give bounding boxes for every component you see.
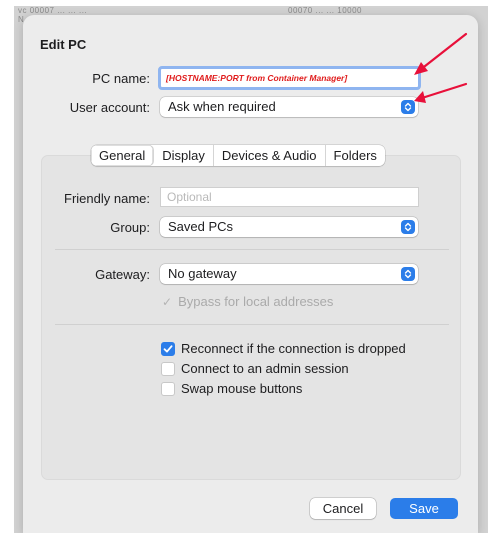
background-text-left: vc 00007 ... ... ... (18, 6, 88, 15)
swap-mouse-label: Swap mouse buttons (181, 381, 303, 396)
gateway-select[interactable]: No gateway (160, 264, 418, 284)
cancel-button[interactable]: Cancel (310, 498, 376, 519)
bypass-local-checkbox: ✓ Bypass for local addresses (162, 294, 333, 309)
friendly-name-label: Friendly name: (64, 191, 150, 206)
checkmark-icon (163, 344, 173, 352)
admin-session-checkbox[interactable]: Connect to an admin session (161, 361, 349, 376)
checkmark-icon: ✓ (162, 294, 173, 309)
friendly-name-input[interactable]: Optional (160, 187, 419, 207)
swap-mouse-checkbox[interactable]: Swap mouse buttons (161, 381, 302, 396)
tab-folders[interactable]: Folders (326, 145, 385, 166)
gateway-label: Gateway: (95, 267, 150, 282)
section-divider (55, 324, 449, 325)
background-text-right: 00070 ... ... 10000 (288, 6, 362, 15)
admin-session-label: Connect to an admin session (181, 361, 349, 376)
pc-name-label: PC name: (92, 71, 150, 86)
group-value: Saved PCs (168, 219, 234, 234)
checkbox-unchecked[interactable] (161, 361, 175, 376)
tab-bar: General Display Devices & Audio Folders (91, 145, 385, 166)
pc-name-input[interactable]: [HOSTNAME:PORT from Container Manager] (158, 66, 421, 90)
save-button[interactable]: Save (390, 498, 458, 519)
user-account-value: Ask when required (168, 99, 276, 114)
dialog-title: Edit PC (40, 37, 87, 52)
group-select[interactable]: Saved PCs (160, 217, 418, 237)
reconnect-checkbox[interactable]: Reconnect if the connection is dropped (161, 341, 406, 356)
tab-display[interactable]: Display (154, 145, 214, 166)
red-arrow-icon (414, 82, 468, 103)
chevron-up-down-icon (401, 267, 415, 281)
tab-general[interactable]: General (91, 145, 155, 166)
user-account-label: User account: (69, 100, 150, 115)
group-label: Group: (110, 220, 150, 235)
tab-devices-audio[interactable]: Devices & Audio (214, 145, 326, 166)
checkbox-unchecked[interactable] (161, 381, 175, 396)
section-divider (55, 249, 449, 250)
chevron-up-down-icon (401, 220, 415, 234)
checkbox-checked[interactable] (161, 341, 175, 356)
reconnect-label: Reconnect if the connection is dropped (181, 341, 406, 356)
bypass-local-label: Bypass for local addresses (178, 294, 334, 309)
red-arrow-icon (414, 32, 468, 75)
gateway-value: No gateway (168, 266, 237, 281)
user-account-select[interactable]: Ask when required (160, 97, 418, 117)
